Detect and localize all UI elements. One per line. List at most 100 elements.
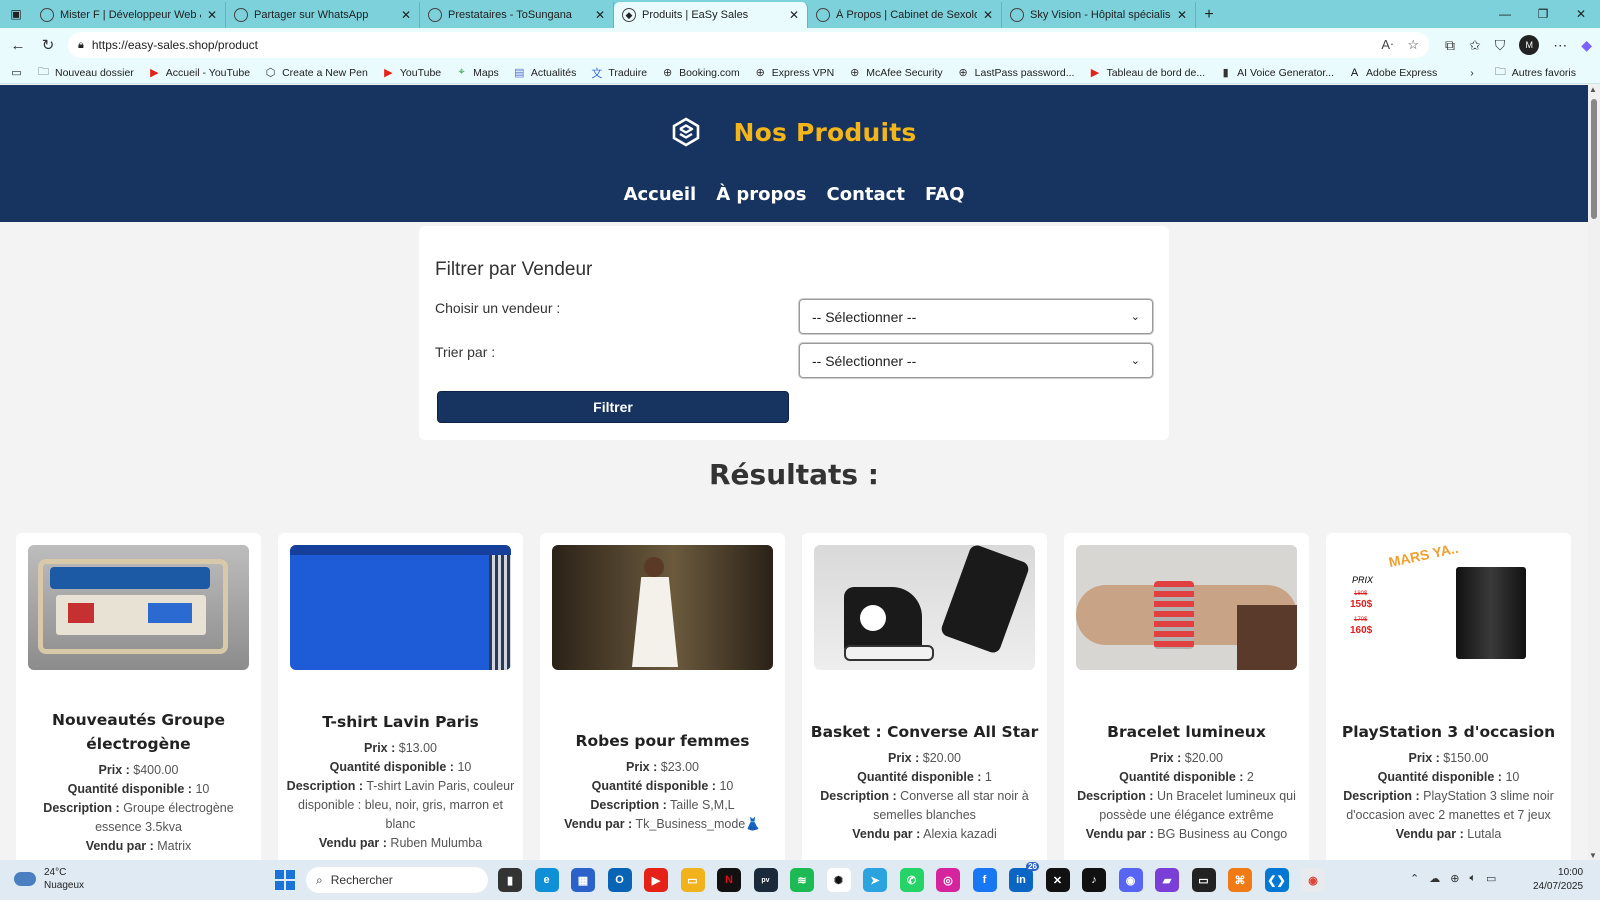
bookmark-item[interactable]: ⊕ LastPass password...: [957, 63, 1075, 82]
vscode-icon[interactable]: ❮❯: [1264, 868, 1289, 892]
close-window-icon[interactable]: ✕: [1562, 0, 1600, 28]
chrome-icon[interactable]: ◉: [1301, 868, 1325, 892]
product-image[interactable]: MARS YA.. PRIX 180$ 150$ 170$ 160$: [1338, 545, 1559, 670]
bookmark-label: Create a New Pen: [282, 66, 368, 79]
instagram-icon[interactable]: ◎: [936, 868, 960, 892]
bookmark-item[interactable]: ⊕ McAfee Security: [848, 63, 943, 82]
network-icon[interactable]: ⊕: [1450, 872, 1459, 885]
close-tab-icon[interactable]: ✕: [789, 8, 799, 22]
close-tab-icon[interactable]: ✕: [401, 8, 411, 22]
chevron-up-icon[interactable]: ⌃: [1410, 872, 1419, 885]
bookmark-item[interactable]: ▶ Tableau de bord de...: [1088, 63, 1205, 82]
bookmark-item[interactable]: ⊕ Express VPN: [754, 63, 835, 82]
close-tab-icon[interactable]: ✕: [207, 8, 217, 22]
favorites-icon[interactable]: ✩: [1469, 37, 1481, 54]
bookmark-item[interactable]: ⬡ Create a New Pen: [264, 63, 368, 82]
netflix-icon[interactable]: N: [717, 868, 741, 892]
read-aloud-icon[interactable]: Aᐧ: [1381, 37, 1393, 53]
favorite-star-icon[interactable]: ☆: [1407, 37, 1419, 53]
volume-icon[interactable]: 🔈︎: [1469, 872, 1476, 885]
more-menu-icon[interactable]: ⋯: [1553, 37, 1567, 54]
browser-tab[interactable]: Mister F | Développeur Web & Fo ✕: [32, 2, 226, 28]
back-icon[interactable]: ←: [8, 35, 28, 55]
close-tab-icon[interactable]: ✕: [1177, 8, 1187, 22]
browser-tab[interactable]: ◆ Produits | EaSy Sales ✕: [614, 2, 808, 28]
bookmark-item[interactable]: ⊕ Booking.com: [661, 63, 740, 82]
bookmark-item[interactable]: 文 Traduire: [590, 63, 647, 82]
scroll-down-icon[interactable]: ▼: [1589, 851, 1597, 860]
product-image[interactable]: [290, 545, 511, 670]
edge-icon[interactable]: e: [534, 868, 559, 892]
discord-icon[interactable]: ◉: [1118, 868, 1143, 892]
whatsapp-icon[interactable]: ✆: [899, 868, 924, 892]
extensions-icon[interactable]: ⧉: [1445, 37, 1455, 54]
profile-avatar[interactable]: M: [1519, 35, 1540, 55]
product-image[interactable]: [814, 545, 1035, 670]
task-view-icon[interactable]: ▮: [498, 868, 522, 892]
new-tab-button[interactable]: +: [1196, 2, 1222, 28]
clipchamp-icon[interactable]: ▰: [1155, 868, 1179, 892]
bookmark-item[interactable]: A Adobe Express: [1348, 63, 1437, 82]
refresh-icon[interactable]: ↻: [38, 35, 58, 55]
shield-icon[interactable]: ⛉: [1495, 37, 1506, 54]
spotify-icon[interactable]: ≋: [790, 868, 814, 892]
other-favorites[interactable]: 🗀 Autres favoris: [1494, 63, 1576, 82]
bookmark-item[interactable]: ▮ AI Voice Generator...: [1219, 63, 1334, 82]
taskbar-search[interactable]: ⌕ Rechercher: [306, 867, 488, 893]
product-price: Prix : $13.00: [364, 741, 437, 755]
page-scrollbar[interactable]: ▲ ▼: [1588, 85, 1600, 860]
bookmark-item[interactable]: 🗀 Nouveau dossier: [37, 63, 134, 82]
xampp-icon[interactable]: ⌘: [1228, 868, 1252, 892]
copilot-icon[interactable]: ◆: [1581, 37, 1592, 54]
clock[interactable]: 10:00 24/07/2025: [1533, 866, 1583, 894]
tiktok-icon[interactable]: ♪: [1082, 868, 1106, 892]
nav-faq[interactable]: FAQ: [925, 184, 964, 205]
product-image[interactable]: [1076, 545, 1297, 670]
browser-tab[interactable]: Sky Vision - Hôpital spécialisé en ✕: [1002, 2, 1196, 28]
filter-button[interactable]: Filtrer: [437, 391, 789, 423]
scroll-up-icon[interactable]: ▲: [1589, 85, 1597, 94]
weather-widget[interactable]: 24°C Nuageux: [14, 866, 84, 892]
bookmark-item[interactable]: ⌖ Maps: [455, 63, 499, 82]
bookmark-item[interactable]: ▤ Actualités: [513, 63, 576, 82]
windows-taskbar: 24°C Nuageux ⌕ Rechercher ▮ e ▦ O ▶ ▭ N …: [0, 860, 1600, 900]
telegram-icon[interactable]: ➤: [863, 868, 887, 892]
prime-video-icon[interactable]: pv: [753, 868, 778, 892]
battery-icon[interactable]: ▭: [1486, 872, 1496, 885]
globe-icon: [1010, 8, 1024, 22]
nav-home[interactable]: Accueil: [624, 184, 697, 205]
outlook-icon[interactable]: O: [607, 868, 632, 892]
chevron-right-icon[interactable]: ›: [1470, 67, 1474, 79]
bookmarks-toggle-icon[interactable]: ▭: [10, 66, 23, 79]
bookmark-item[interactable]: ▶ Accueil - YouTube: [148, 63, 250, 82]
browser-tab[interactable]: Prestataires - ToSungana ✕: [420, 2, 614, 28]
minimize-icon[interactable]: —: [1486, 0, 1524, 28]
product-price: Prix : $150.00: [1408, 750, 1489, 765]
start-button[interactable]: [275, 870, 295, 890]
facebook-icon[interactable]: f: [972, 868, 997, 892]
product-image[interactable]: [552, 545, 773, 670]
scrollbar-thumb[interactable]: [1591, 99, 1597, 219]
url-field[interactable]: 🔒︎ https://easy-sales.shop/product Aᐧ ☆: [68, 32, 1429, 58]
sort-select[interactable]: -- Sélectionner -- ⌄: [799, 343, 1153, 378]
youtube-icon[interactable]: ▶: [644, 868, 668, 892]
linkedin-icon[interactable]: in 26: [1009, 862, 1039, 892]
browser-tab[interactable]: Partager sur WhatsApp ✕: [226, 2, 420, 28]
close-tab-icon[interactable]: ✕: [983, 8, 993, 22]
tab-title: Produits | EaSy Sales: [642, 9, 749, 21]
product-image[interactable]: [28, 545, 249, 670]
nav-contact[interactable]: Contact: [827, 184, 905, 205]
nav-about[interactable]: À propos: [716, 184, 806, 205]
store-icon[interactable]: ▦: [571, 868, 595, 892]
browser-tab[interactable]: À Propos | Cabinet de Sexologie ✕: [808, 2, 1002, 28]
restore-icon[interactable]: ❐: [1524, 0, 1562, 28]
bookmark-item[interactable]: ▶ YouTube: [382, 63, 441, 82]
vendor-select[interactable]: -- Sélectionner -- ⌄: [799, 299, 1153, 334]
cloud-sync-icon[interactable]: ☁: [1429, 872, 1440, 885]
x-icon[interactable]: ✕: [1045, 868, 1070, 892]
close-tab-icon[interactable]: ✕: [595, 8, 605, 22]
tab-actions-icon[interactable]: ▣: [0, 0, 32, 28]
terminal-icon[interactable]: ▭: [1191, 868, 1216, 892]
file-explorer-icon[interactable]: ▭: [680, 868, 705, 892]
chatgpt-icon[interactable]: ✺: [826, 868, 851, 892]
